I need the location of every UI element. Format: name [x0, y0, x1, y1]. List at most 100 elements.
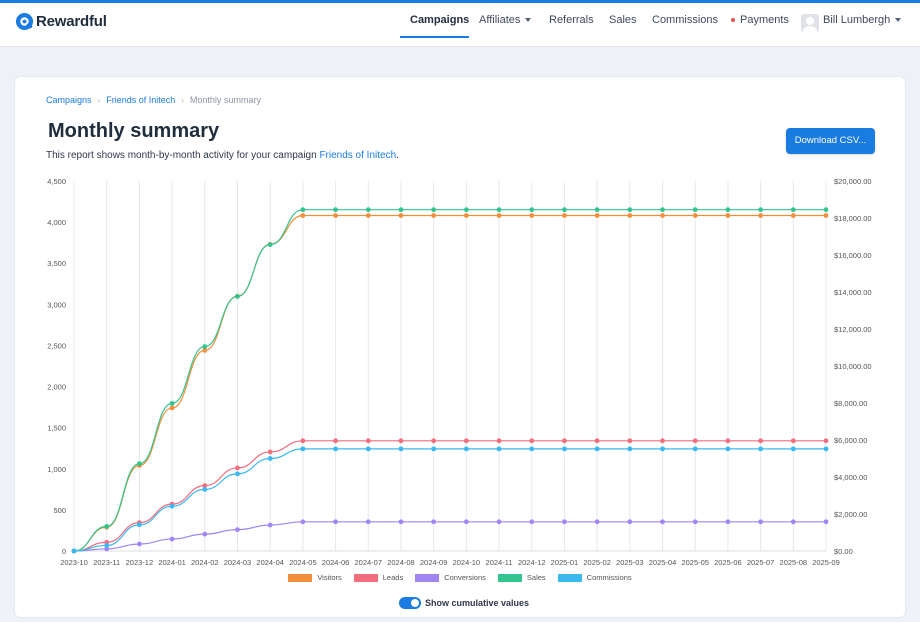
x-tick-label: 2025-09: [812, 558, 840, 567]
nav-referrals[interactable]: Referrals: [549, 14, 594, 26]
campaign-link[interactable]: Friends of Initech: [319, 150, 396, 161]
data-point-conversions: [431, 519, 437, 525]
data-point-conversions: [365, 519, 371, 525]
data-point-leads: [235, 465, 240, 471]
data-point-conversions: [333, 519, 338, 525]
data-point-leads: [660, 438, 665, 444]
legend-item-conversions[interactable]: Conversions: [415, 573, 486, 582]
y-left-tick-label: 1,500: [47, 424, 66, 433]
x-tick-label: 2025-04: [649, 558, 677, 567]
data-point-conversions: [660, 519, 665, 525]
data-point-conversions: [202, 531, 208, 537]
data-point-visitors: [562, 213, 567, 218]
breadcrumb-campaign[interactable]: Friends of Initech: [106, 95, 175, 105]
legend-item-visitors[interactable]: Visitors: [288, 573, 342, 582]
legend-item-sales[interactable]: Sales: [497, 573, 546, 582]
y-right-tick-label: $10,000.00: [834, 362, 872, 371]
data-point-conversions: [300, 519, 306, 525]
page-title: Monthly summary: [48, 120, 220, 142]
data-point-visitors: [529, 213, 535, 218]
data-point-visitors: [398, 213, 404, 218]
data-point-visitors: [431, 213, 437, 218]
data-point-visitors: [758, 213, 764, 218]
data-point-leads: [496, 438, 502, 444]
data-point-sales: [169, 400, 175, 406]
data-point-conversions: [136, 541, 142, 547]
data-point-conversions: [496, 519, 502, 525]
legend-label: Leads: [382, 573, 404, 582]
chevron-right-icon: ›: [181, 95, 184, 105]
x-tick-label: 2024-08: [387, 558, 415, 567]
data-point-conversions: [169, 536, 175, 542]
y-right-tick-label: $6,000.00: [834, 436, 867, 445]
chevron-right-icon: ›: [97, 95, 101, 105]
data-point-leads: [431, 438, 437, 444]
data-point-commissions: [823, 446, 829, 452]
nav-commissions[interactable]: Commissions: [652, 14, 718, 26]
data-point-sales: [758, 207, 764, 213]
user-avatar[interactable]: [801, 14, 819, 32]
x-tick-label: 2025-08: [780, 558, 808, 567]
data-point-sales: [267, 242, 273, 248]
nav-sales[interactable]: Sales: [609, 14, 637, 26]
legend-label: Sales: [526, 573, 546, 582]
data-point-sales: [300, 207, 306, 213]
legend-label: Commissions: [586, 573, 632, 582]
user-menu[interactable]: Bill Lumbergh: [823, 14, 902, 26]
data-point-leads: [594, 438, 600, 444]
cumulative-toggle[interactable]: Show cumulative values: [399, 597, 529, 609]
legend-item-leads[interactable]: Leads: [353, 573, 404, 582]
x-tick-label: 2024-06: [322, 558, 350, 567]
data-point-conversions: [562, 519, 567, 525]
data-point-visitors: [496, 213, 502, 218]
data-point-leads: [463, 438, 469, 444]
legend-swatch: [415, 573, 440, 582]
nav-affiliates[interactable]: Affiliates: [479, 14, 532, 26]
chevron-down-icon: [525, 18, 532, 23]
nav-affiliates-label: Affiliates: [479, 14, 521, 26]
data-point-commissions: [692, 446, 698, 452]
data-point-commissions: [136, 522, 142, 528]
chart-legend: Visitors Leads Conversions Sales Commissions: [0, 573, 920, 582]
data-point-leads: [333, 438, 338, 444]
breadcrumb-campaigns[interactable]: Campaigns: [46, 95, 92, 105]
data-point-sales: [627, 207, 633, 213]
nav-active-indicator: [400, 36, 469, 38]
data-point-conversions: [267, 522, 273, 528]
x-tick-label: 2023-12: [126, 558, 154, 567]
x-tick-label: 2025-06: [714, 558, 742, 567]
data-point-visitors: [660, 213, 665, 218]
data-point-leads: [300, 438, 306, 444]
x-tick-label: 2023-11: [93, 558, 120, 567]
nav-campaigns[interactable]: Campaigns: [410, 14, 469, 26]
legend-label: Conversions: [444, 573, 486, 582]
data-point-sales: [398, 207, 404, 213]
data-point-leads: [758, 438, 764, 444]
download-csv-button[interactable]: Download CSV...: [786, 128, 875, 154]
data-point-sales: [365, 207, 371, 213]
data-point-conversions: [758, 519, 764, 525]
data-point-leads: [692, 438, 698, 444]
data-point-conversions: [627, 519, 633, 525]
data-point-visitors: [300, 213, 306, 218]
data-point-commissions: [529, 446, 535, 452]
legend-item-commissions[interactable]: Commissions: [557, 573, 632, 582]
data-point-leads: [529, 438, 535, 444]
y-left-tick-label: 500: [53, 506, 66, 515]
brand-logo[interactable]: Rewardful: [15, 12, 107, 31]
data-point-leads: [627, 438, 633, 444]
data-point-leads: [725, 438, 731, 444]
nav-payments[interactable]: Payments: [731, 14, 789, 26]
data-point-visitors: [790, 213, 796, 218]
user-name: Bill Lumbergh: [823, 14, 891, 26]
data-point-commissions: [627, 446, 633, 452]
data-point-commissions: [235, 471, 240, 477]
data-point-leads: [398, 438, 404, 444]
toggle-switch[interactable]: [399, 597, 421, 609]
y-left-tick-label: 4,500: [47, 177, 66, 186]
data-point-visitors: [169, 405, 175, 411]
data-point-conversions: [235, 527, 240, 533]
x-tick-label: 2024-10: [453, 558, 481, 567]
data-point-visitors: [594, 213, 600, 218]
data-point-sales: [594, 207, 600, 213]
